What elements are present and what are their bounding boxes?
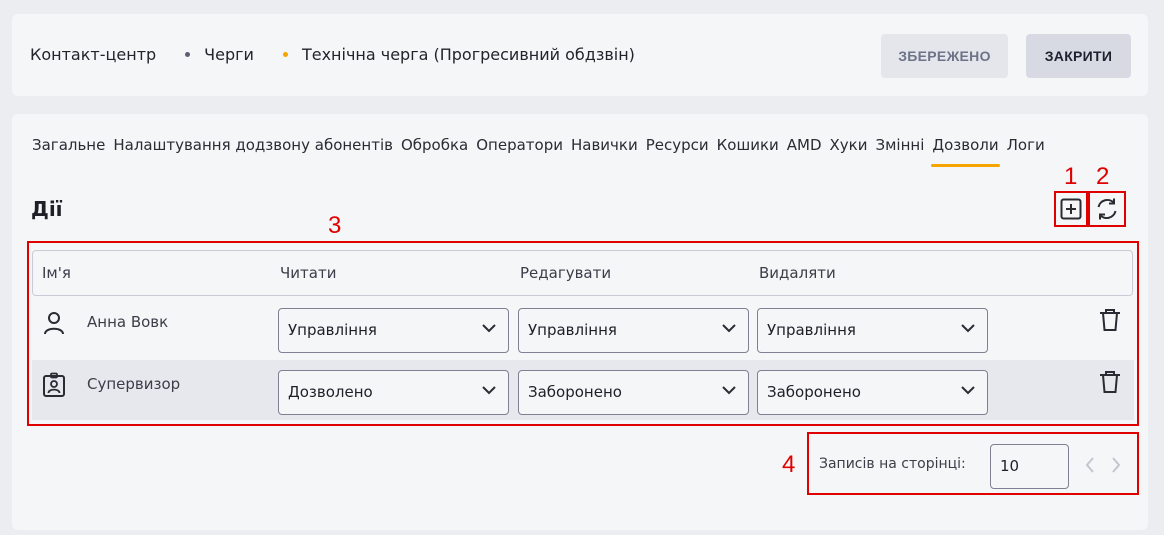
close-button[interactable]: ЗАКРИТИ [1026, 34, 1131, 78]
read-select[interactable]: Дозволено [278, 370, 509, 415]
badge-icon [42, 372, 66, 402]
annotation-4: 4 [782, 451, 796, 478]
table-row: Супервизор Дозволено Заборонено Забороне… [32, 360, 1134, 420]
tab-dial-settings[interactable]: Налаштування додзвону абонентів [112, 135, 394, 155]
tab-buckets[interactable]: Кошики [716, 135, 780, 155]
delete-select[interactable]: Управління [757, 308, 988, 353]
edit-select-value: Заборонено [528, 383, 622, 401]
refresh-icon [1097, 198, 1117, 220]
rows-per-page-input[interactable]: 10 [990, 444, 1069, 489]
chevron-down-icon [722, 386, 736, 395]
tab-bar: Загальне Налаштування додзвону абонентів… [31, 135, 1046, 167]
tab-logs[interactable]: Логи [1006, 135, 1046, 155]
breadcrumb-item-current: Технічна черга (Прогресивний обдзвін) [301, 45, 635, 64]
pagination: Записів на сторінці: 10 [807, 432, 1139, 495]
saved-button[interactable]: ЗБЕРЕЖЕНО [881, 34, 1008, 78]
annotation-1: 1 [1064, 163, 1078, 190]
plus-square-icon [1060, 198, 1082, 220]
breadcrumb-item-contact-center[interactable]: Контакт-центр [30, 45, 156, 64]
breadcrumb: Контакт-центр Черги Технічна черга (Прог… [30, 45, 635, 64]
edit-select-value: Управління [528, 321, 617, 339]
trash-icon[interactable] [1099, 308, 1121, 336]
tab-operators[interactable]: Оператори [475, 135, 564, 155]
section-title: Дії [31, 197, 63, 221]
tab-permissions[interactable]: Дозволи [931, 135, 1000, 167]
breadcrumb-separator [185, 52, 191, 57]
tab-general[interactable]: Загальне [31, 135, 106, 155]
tab-resources[interactable]: Ресурси [645, 135, 710, 155]
column-header-read[interactable]: Читати [280, 264, 336, 282]
column-header-edit[interactable]: Редагувати [520, 264, 611, 282]
chevron-down-icon [482, 324, 496, 333]
refresh-button[interactable] [1088, 191, 1126, 227]
delete-select[interactable]: Заборонено [757, 370, 988, 415]
read-select[interactable]: Управління [278, 308, 509, 353]
delete-select-value: Заборонено [767, 383, 861, 401]
rows-per-page-label: Записів на сторінці: [819, 456, 966, 472]
column-header-name[interactable]: Ім'я [42, 264, 71, 282]
chevron-down-icon [482, 386, 496, 395]
chevron-down-icon [961, 324, 975, 333]
page-header: Контакт-центр Черги Технічна черга (Прог… [12, 14, 1148, 96]
annotation-3: 3 [328, 212, 342, 239]
row-name: Супервизор [87, 375, 181, 393]
delete-select-value: Управління [767, 321, 856, 339]
row-name: Анна Вовк [87, 313, 169, 331]
edit-select[interactable]: Управління [518, 308, 749, 353]
tab-skills[interactable]: Навички [570, 135, 639, 155]
chevron-down-icon [722, 324, 736, 333]
table-row: Анна Вовк Управління Управління Управлін… [32, 298, 1134, 358]
table-header: Ім'я Читати Редагувати Видаляти [32, 250, 1133, 296]
column-header-delete[interactable]: Видаляти [759, 264, 836, 282]
tab-processing[interactable]: Обробка [400, 135, 469, 155]
read-select-value: Управління [288, 321, 377, 339]
chevron-left-icon[interactable] [1085, 457, 1095, 477]
add-button[interactable] [1054, 191, 1088, 227]
chevron-right-icon[interactable] [1111, 457, 1121, 477]
breadcrumb-item-queues[interactable]: Черги [204, 45, 254, 64]
edit-select[interactable]: Заборонено [518, 370, 749, 415]
user-icon [42, 310, 66, 340]
read-select-value: Дозволено [288, 383, 373, 401]
breadcrumb-separator [282, 52, 288, 57]
chevron-down-icon [961, 386, 975, 395]
trash-icon[interactable] [1099, 370, 1121, 398]
annotation-2: 2 [1096, 163, 1110, 190]
permissions-card: Загальне Налаштування додзвону абонентів… [12, 114, 1148, 530]
tab-variables[interactable]: Змінні [874, 135, 925, 155]
permissions-table: Ім'я Читати Редагувати Видаляти Анна Вов… [27, 241, 1139, 426]
tab-amd[interactable]: AMD [786, 135, 823, 155]
tab-hooks[interactable]: Хуки [829, 135, 869, 155]
